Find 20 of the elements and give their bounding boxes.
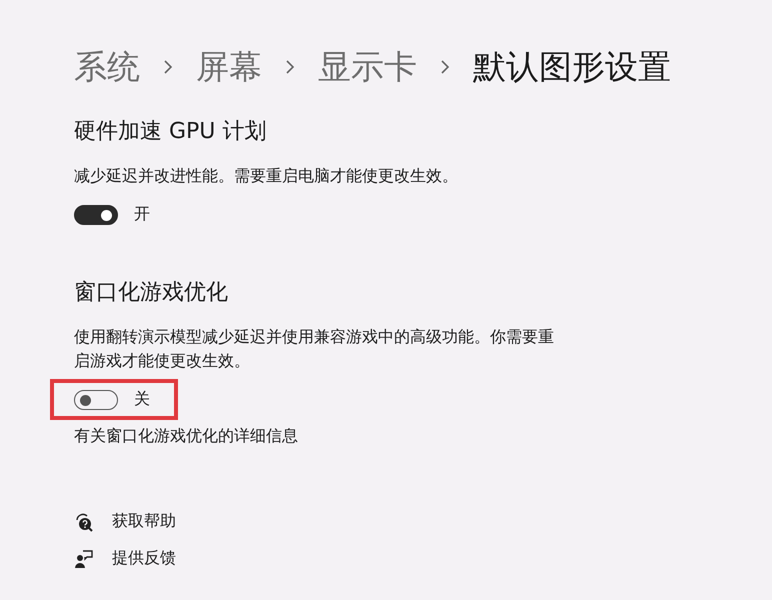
chevron-icon — [439, 58, 451, 76]
footer-link[interactable]: 获取帮助 — [112, 511, 176, 532]
toggle-switch[interactable] — [74, 204, 118, 224]
section-title: 硬件加速 GPU 计划 — [74, 118, 266, 146]
breadcrumb-item[interactable]: 系统 — [74, 44, 140, 90]
chevron-icon — [284, 58, 296, 76]
details-link[interactable]: 有关窗口化游戏优化的详细信息 — [74, 426, 298, 447]
footer-link[interactable]: 提供反馈 — [112, 548, 176, 569]
toggle-state-label: 关 — [134, 389, 150, 410]
help-icon — [74, 512, 94, 532]
breadcrumb-item[interactable]: 显示卡 — [318, 44, 417, 90]
setting-description: 减少延迟并改进性能。需要重启电脑才能使更改生效。 — [74, 165, 459, 187]
breadcrumb-item: 默认图形设置 — [473, 46, 671, 88]
feedback-icon — [74, 548, 94, 568]
section-title: 窗口化游戏优化 — [74, 279, 228, 307]
breadcrumb-item[interactable]: 屏幕 — [196, 44, 262, 90]
toggle-switch[interactable] — [74, 390, 118, 410]
setting-description: 使用翻转演示模型减少延迟并使用兼容游戏中的高级功能。你需要重启游戏才能使更改生效。 — [74, 326, 555, 372]
toggle-state-label: 开 — [134, 204, 150, 225]
chevron-icon — [162, 58, 174, 76]
